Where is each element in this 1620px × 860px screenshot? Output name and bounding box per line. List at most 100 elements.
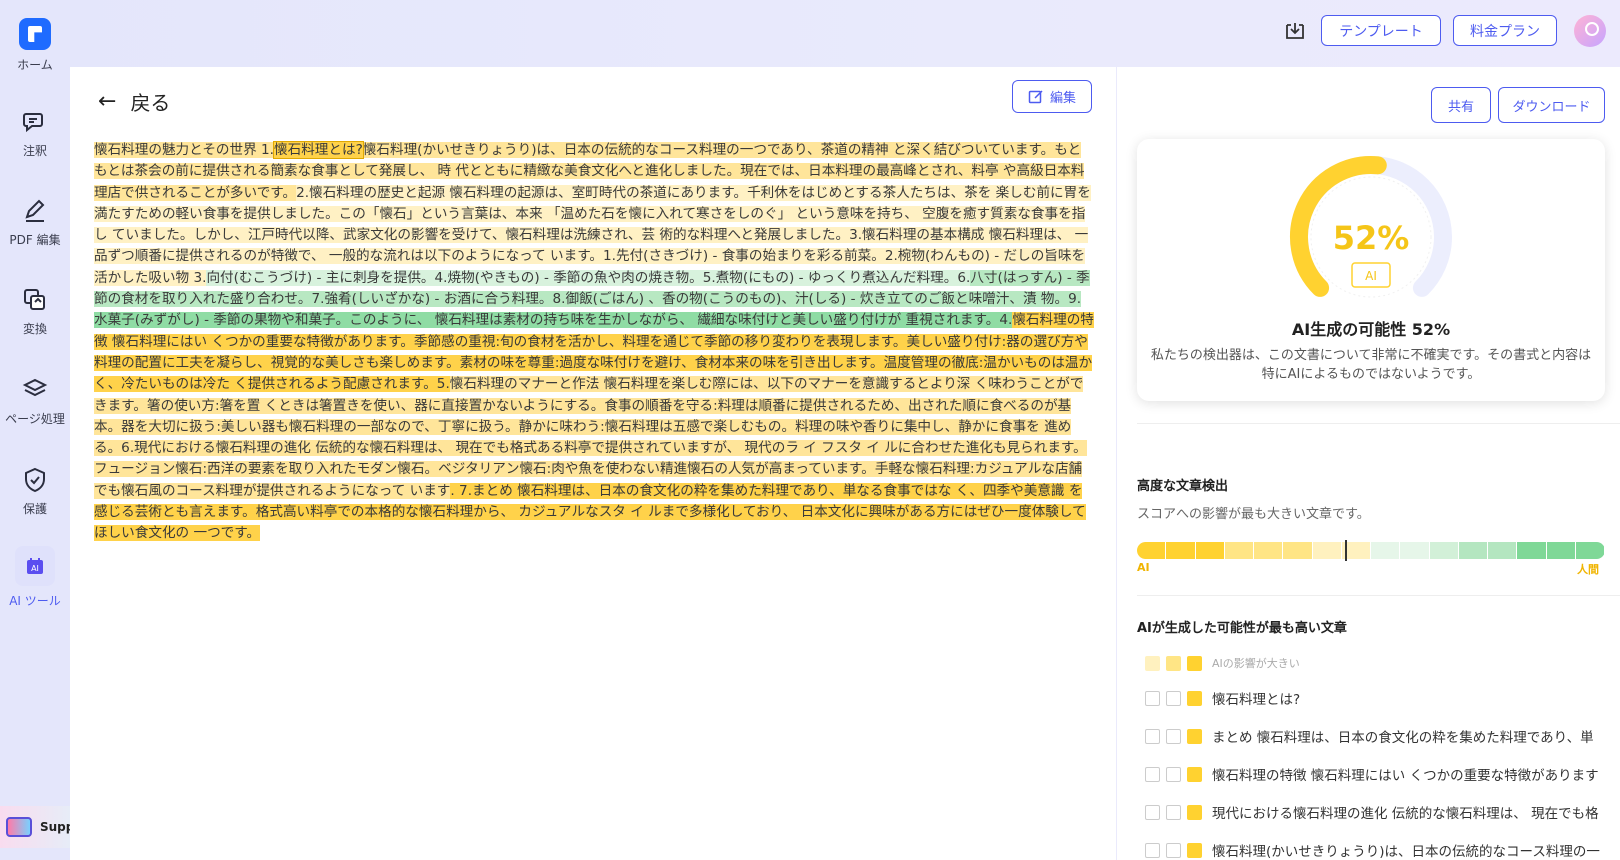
- document-panel: ← 戻る 編集 懐石料理の魅力とその世界 1.懐石料理とは?懐石料理(かいせきり…: [70, 67, 1116, 860]
- top-ai-sentences-title: AIが生成した可能性が最も高い文章: [1137, 621, 1347, 636]
- scale-segment: [1312, 542, 1341, 559]
- level-box-empty: [1166, 804, 1181, 820]
- scale-segment: [1546, 542, 1575, 559]
- scale-segment: [1575, 542, 1604, 559]
- app-logo-icon: [19, 18, 51, 50]
- level-box-empty: [1166, 690, 1181, 706]
- scale-segment: [1400, 542, 1429, 559]
- edit-button[interactable]: 編集: [1012, 80, 1092, 113]
- score-scale: [1137, 542, 1605, 559]
- edit-label: 編集: [1049, 91, 1076, 106]
- scale-segment: [1429, 542, 1458, 559]
- sidebar-item-home[interactable]: ホーム: [0, 18, 70, 73]
- layers-icon: [22, 378, 48, 397]
- download-button[interactable]: ダウンロード: [1498, 87, 1605, 123]
- scale-segment: [1283, 542, 1312, 559]
- ai-sentence-text: まとめ 懐石料理は、日本の食文化の粋を集めた料理であり、単: [1212, 730, 1594, 746]
- level-box-filled: [1187, 690, 1202, 706]
- sidebar-item-label: 変換: [22, 322, 47, 336]
- back-button[interactable]: ← 戻る: [98, 87, 170, 116]
- convert-icon: [24, 289, 45, 310]
- document-text: 懐石料理の魅力とその世界 1.懐石料理とは?懐石料理(かいせきりょうり)は、日本…: [94, 140, 1094, 545]
- sidebar-item-label: ページ処理: [5, 412, 65, 426]
- scale-marker: [1345, 540, 1347, 561]
- sidebar-item-annotate[interactable]: 注釈: [0, 108, 70, 159]
- level-box-empty: [1166, 842, 1181, 858]
- arrow-left-icon: ←: [98, 89, 117, 114]
- avatar[interactable]: [1574, 15, 1606, 47]
- sidebar-item-label: 保護: [22, 502, 47, 516]
- ai-sentence-text: 現代における懐石料理の進化 伝統的な懐石料理は、 現在でも格: [1212, 806, 1599, 822]
- sidebar-item-page-tools[interactable]: ページ処理: [0, 376, 70, 427]
- ai-badge: AI: [1365, 269, 1377, 283]
- level-box-empty: [1145, 804, 1160, 820]
- text-segment[interactable]: 水菓子(みずがし) - 季節の果物や和菓子。このように、 懐石料理は素材の持ち味…: [94, 312, 1013, 329]
- legend: AIの影響が大きい: [1145, 655, 1300, 671]
- template-button[interactable]: テンプレート: [1321, 15, 1441, 46]
- score-gauge: 52% AI: [1290, 156, 1452, 298]
- share-button[interactable]: 共有: [1431, 87, 1491, 123]
- result-panel: 共有 ダウンロード 52% AI AI生成の可能性 52% 私たちの検出器は、こ…: [1117, 67, 1620, 860]
- ai-sentence-text: 懐石料理とは?: [1212, 692, 1301, 708]
- legend-swatch-high: [1187, 655, 1202, 671]
- ai-sentence-row[interactable]: 現代における懐石料理の進化 伝統的な懐石料理は、 現在でも格: [1145, 802, 1599, 822]
- sidebar-item-ai-tools[interactable]: AI AI ツール: [0, 546, 70, 609]
- ai-tools-icon: AI: [15, 546, 55, 586]
- ai-sentence-row[interactable]: 懐石料理の特徴 懐石料理にはい くつかの重要な特徴があります: [1145, 764, 1599, 784]
- level-box-empty: [1166, 766, 1181, 782]
- scale-label-human: 人間: [1577, 563, 1599, 576]
- sidebar-item-convert[interactable]: 変換: [0, 286, 70, 337]
- sidebar-item-protect[interactable]: 保護: [0, 466, 70, 517]
- level-box-filled: [1187, 766, 1202, 782]
- legend-swatch-low: [1145, 655, 1160, 671]
- score-percent: 52%: [1333, 219, 1410, 257]
- pen-edit-icon: [25, 199, 45, 222]
- text-segment[interactable]: 懐石料理とは?: [273, 141, 364, 159]
- score-description: 私たちの検出器は、この文書について非常に不確実です。その書式と内容は特にAIによ…: [1150, 348, 1592, 382]
- sidebar-item-label: ホーム: [17, 58, 53, 72]
- level-box-empty: [1166, 728, 1181, 744]
- score-card: 52% AI AI生成の可能性 52% 私たちの検出器は、この文書について非常に…: [1137, 139, 1605, 401]
- shield-icon: [25, 467, 45, 493]
- ai-sentence-row[interactable]: 懐石料理(かいせきりょうり)は、日本の伝統的なコース料理の一: [1145, 840, 1600, 860]
- annotate-icon: [23, 113, 43, 133]
- pricing-button[interactable]: 料金プラン: [1453, 15, 1557, 46]
- legend-label: AIの影響が大きい: [1212, 657, 1300, 670]
- scale-segment: [1517, 542, 1546, 559]
- legend-swatch-mid: [1166, 655, 1181, 671]
- scale-segment: [1137, 542, 1166, 559]
- ai-sentence-text: 懐石料理の特徴 懐石料理にはい くつかの重要な特徴があります: [1212, 768, 1599, 784]
- advanced-detection-subtitle: スコアへの影響が最も大きい文章です。: [1137, 507, 1370, 522]
- level-box-empty: [1145, 766, 1160, 782]
- level-box-filled: [1187, 842, 1202, 858]
- text-segment[interactable]: 向付(むこうづけ) - 主に刺身を提供。4.焼物(やきもの) - 季節の魚や肉の…: [206, 269, 971, 286]
- ai-sentence-row[interactable]: まとめ 懐石料理は、日本の食文化の粋を集めた料理であり、単: [1145, 726, 1594, 746]
- edit-icon: [1028, 89, 1043, 103]
- back-label: 戻る: [130, 91, 171, 115]
- score-title: AI生成の可能性 52%: [1291, 320, 1451, 339]
- scale-segment: [1254, 542, 1283, 559]
- sidebar-item-pdf-edit[interactable]: PDF 編集: [0, 197, 70, 248]
- ai-sentence-text: 懐石料理(かいせきりょうり)は、日本の伝統的なコース料理の一: [1212, 844, 1600, 860]
- scale-segment: [1458, 542, 1487, 559]
- text-segment[interactable]: 懐石料理の魅力とその世界 1.: [94, 142, 275, 158]
- text-segment[interactable]: 懐石料理のマナーと作法 懐石料理を楽しむ際には、以下のマナーを意識するとより深 …: [94, 376, 1087, 499]
- chat-support-icon: [6, 817, 32, 837]
- scale-segment: [1195, 542, 1224, 559]
- level-box-empty: [1145, 728, 1160, 744]
- scale-segment: [1371, 542, 1400, 559]
- ai-sentence-row[interactable]: 懐石料理とは?: [1145, 688, 1300, 708]
- sidebar-item-label: 注釈: [22, 144, 47, 158]
- scale-segment: [1488, 542, 1517, 559]
- divider: [1137, 423, 1620, 424]
- download-tray-icon[interactable]: [1284, 20, 1306, 42]
- svg-text:AI: AI: [31, 564, 39, 573]
- level-box-empty: [1145, 690, 1160, 706]
- sidebar-item-label: PDF 編集: [9, 233, 61, 247]
- sidebar: ホーム 注釈 PDF 編集 変換 ページ処理 保護 AI AI ツール Supp…: [0, 0, 99, 860]
- scale-label-ai: AI: [1137, 561, 1150, 574]
- level-box-empty: [1145, 842, 1160, 858]
- sidebar-item-label: AI ツール: [9, 594, 61, 608]
- scale-segment: [1224, 542, 1253, 559]
- scale-segment: [1166, 542, 1195, 559]
